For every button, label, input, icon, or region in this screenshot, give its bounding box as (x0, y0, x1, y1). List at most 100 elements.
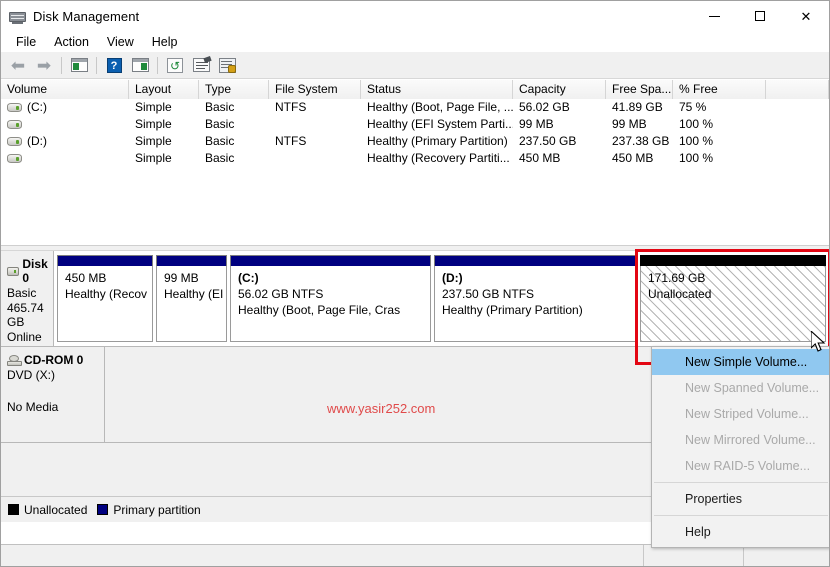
status-pane-main (1, 545, 644, 567)
partition-color-bar (57, 255, 153, 266)
context-menu-item-properties[interactable]: Properties (652, 486, 830, 512)
disk-row-disk0[interactable]: Disk 0 Basic 465.74 GB Online 450 MB Hea… (1, 251, 829, 347)
cell-file-system (269, 150, 361, 167)
disk-management-window: Disk Management ✕ File Action View Help … (0, 0, 830, 567)
drive-icon (7, 103, 22, 112)
disk0-partitions: 450 MB Healthy (Recov 99 MB Healthy (EI (54, 251, 829, 347)
context-menu-item-new-mirrored-volume: New Mirrored Volume... (652, 427, 830, 453)
menu-action[interactable]: Action (45, 33, 98, 51)
partition-d[interactable]: (D:) 237.50 GB NTFS Healthy (Primary Par… (434, 255, 637, 342)
column-header-free-space[interactable]: Free Spa... (606, 80, 673, 99)
column-header-type[interactable]: Type (199, 80, 269, 99)
cell-percent-free: 100 % (673, 116, 766, 133)
window-controls: ✕ (691, 1, 829, 31)
forward-icon[interactable]: ➡ (32, 54, 56, 77)
menu-help[interactable]: Help (143, 33, 187, 51)
table-row[interactable]: (C:) Simple Basic NTFS Healthy (Boot, Pa… (1, 99, 829, 116)
legend-label-primary: Primary partition (113, 503, 200, 517)
show-hide-action-pane-icon[interactable] (128, 54, 152, 77)
cell-volume (1, 150, 129, 167)
disk-name: CD-ROM 0 (24, 353, 83, 367)
cell-type: Basic (199, 116, 269, 133)
maximize-button[interactable] (737, 1, 783, 31)
show-hide-console-tree-icon[interactable] (67, 54, 91, 77)
cell-free-space: 99 MB (606, 116, 673, 133)
partition-color-bar (156, 255, 227, 266)
cell-layout: Simple (129, 133, 199, 150)
toolbar: ⬅ ➡ ? ↺ (1, 52, 829, 79)
cell-free-space: 41.89 GB (606, 99, 673, 116)
column-header-volume[interactable]: Volume (1, 80, 129, 99)
partition-efi[interactable]: 99 MB Healthy (EI (156, 255, 227, 342)
partition-recovery[interactable]: 450 MB Healthy (Recov (57, 255, 153, 342)
partition-size: 237.50 GB NTFS (442, 286, 631, 302)
column-header-file-system[interactable]: File System (269, 80, 361, 99)
partition-c[interactable]: (C:) 56.02 GB NTFS Healthy (Boot, Page F… (230, 255, 431, 342)
column-header-capacity[interactable]: Capacity (513, 80, 606, 99)
back-icon[interactable]: ⬅ (6, 54, 30, 77)
column-header-percent-free[interactable]: % Free (673, 80, 766, 99)
close-button[interactable]: ✕ (783, 1, 829, 31)
cell-capacity: 99 MB (513, 116, 606, 133)
legend-swatch-primary (97, 504, 108, 515)
menu-view[interactable]: View (98, 33, 143, 51)
properties-icon[interactable] (189, 54, 213, 77)
partition-title: (D:) (442, 270, 631, 286)
partition-size: 171.69 GB (648, 270, 820, 286)
disk-info-disk0[interactable]: Disk 0 Basic 465.74 GB Online (1, 251, 54, 347)
partition-status: Healthy (Recov (65, 286, 147, 302)
context-menu-item-help[interactable]: Help (652, 519, 830, 545)
disk-management-icon (9, 9, 26, 24)
cell-type: Basic (199, 99, 269, 116)
title-bar: Disk Management ✕ (1, 1, 829, 31)
legend-item-unallocated: Unallocated (8, 503, 87, 517)
table-row[interactable]: (D:) Simple Basic NTFS Healthy (Primary … (1, 133, 829, 150)
cell-status: Healthy (Primary Partition) (361, 133, 513, 150)
partition-status: Unallocated (648, 286, 820, 302)
status-pane-tertiary (744, 545, 829, 567)
table-row[interactable]: Simple Basic Healthy (Recovery Partiti..… (1, 150, 829, 167)
table-row[interactable]: Simple Basic Healthy (EFI System Parti..… (1, 116, 829, 133)
cell-file-system: NTFS (269, 133, 361, 150)
cell-capacity: 450 MB (513, 150, 606, 167)
disk-type: Basic (7, 286, 53, 300)
cell-volume: (C:) (1, 99, 129, 116)
disk-info-cdrom0[interactable]: CD-ROM 0 DVD (X:) No Media (1, 347, 105, 443)
menu-file[interactable]: File (7, 33, 45, 51)
help-icon[interactable]: ? (102, 54, 126, 77)
volume-label: (D:) (27, 134, 47, 148)
toolbar-separator (61, 57, 62, 74)
cell-layout: Simple (129, 150, 199, 167)
minimize-button[interactable] (691, 1, 737, 31)
cell-free-space: 450 MB (606, 150, 673, 167)
drive-icon (7, 154, 22, 163)
hard-disk-icon (7, 267, 19, 276)
partition-color-bar (640, 255, 826, 266)
volume-label: (C:) (27, 100, 47, 114)
partition-size: 56.02 GB NTFS (238, 286, 425, 302)
cell-volume: (D:) (1, 133, 129, 150)
context-menu-separator (654, 482, 828, 483)
legend-label-unallocated: Unallocated (24, 503, 87, 517)
context-menu-item-new-simple-volume[interactable]: New Simple Volume... (652, 349, 830, 375)
rescan-disks-icon[interactable] (215, 54, 239, 77)
status-pane-secondary (644, 545, 744, 567)
cell-file-system (269, 116, 361, 133)
column-header-status[interactable]: Status (361, 80, 513, 99)
partition-title: (C:) (238, 270, 425, 286)
cell-type: Basic (199, 150, 269, 167)
column-header-layout[interactable]: Layout (129, 80, 199, 99)
column-header-blank[interactable] (766, 80, 829, 99)
cell-status: Healthy (Boot, Page File, ... (361, 99, 513, 116)
partition-unallocated[interactable]: 171.69 GB Unallocated (640, 255, 826, 342)
context-menu: New Simple Volume... New Spanned Volume.… (651, 346, 830, 548)
partition-details: (D:) 237.50 GB NTFS Healthy (Primary Par… (434, 266, 637, 342)
cell-status: Healthy (EFI System Parti... (361, 116, 513, 133)
cell-capacity: 237.50 GB (513, 133, 606, 150)
context-menu-item-new-spanned-volume: New Spanned Volume... (652, 375, 830, 401)
refresh-icon[interactable]: ↺ (163, 54, 187, 77)
legend-swatch-unallocated (8, 504, 19, 515)
volume-list: (C:) Simple Basic NTFS Healthy (Boot, Pa… (1, 99, 829, 245)
cdrom-status: No Media (7, 400, 104, 414)
toolbar-separator (157, 57, 158, 74)
